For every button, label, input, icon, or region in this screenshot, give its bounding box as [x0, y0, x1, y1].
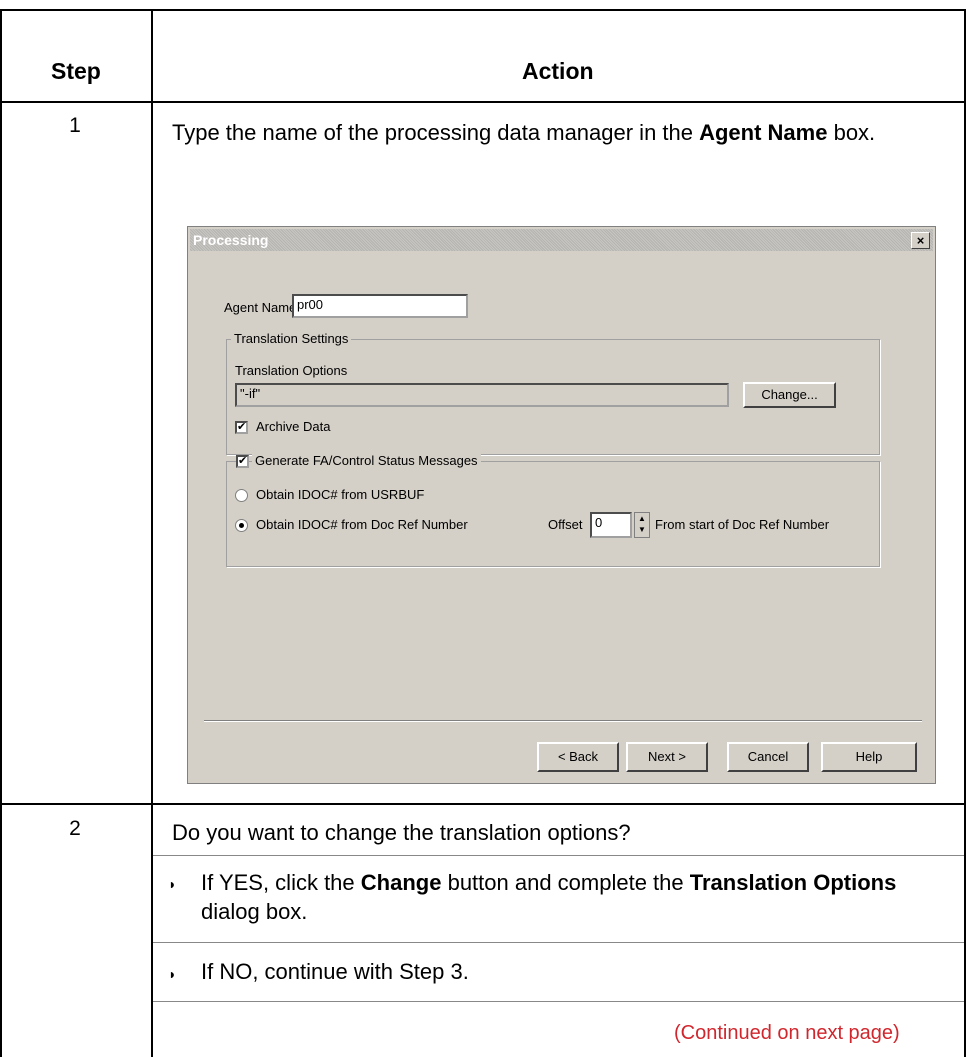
- cancel-button[interactable]: Cancel: [727, 742, 809, 772]
- header-action: Action: [522, 58, 594, 84]
- radio-docref[interactable]: [235, 519, 248, 532]
- bullet-rule-1: [153, 942, 964, 943]
- bullet-yes-a: If YES, click the: [201, 870, 361, 895]
- step-1-text-b: box.: [827, 120, 876, 145]
- agent-name-input[interactable]: pr00: [292, 294, 468, 318]
- table-column-divider: [151, 9, 153, 1057]
- step-number-2: 2: [69, 817, 81, 840]
- radio-usrbuf[interactable]: [235, 489, 248, 502]
- header-step: Step: [51, 58, 101, 84]
- dialog-title: Processing: [193, 232, 269, 248]
- dialog-titlebar: Processing ×: [190, 229, 933, 251]
- translation-settings-title: Translation Settings: [231, 331, 352, 346]
- generate-fa-checkbox[interactable]: ✔: [236, 455, 249, 468]
- bullet-yes-d: dialog box.: [201, 899, 308, 924]
- table-header-divider: [0, 101, 966, 103]
- close-icon[interactable]: ×: [911, 232, 930, 249]
- archive-data-checkbox[interactable]: ✔: [235, 421, 248, 434]
- offset-suffix-label: From start of Doc Ref Number: [655, 517, 830, 532]
- radio-usrbuf-label: Obtain IDOC# from USRBUF: [256, 487, 425, 502]
- processing-dialog: Processing × Agent Name pr00 Translation…: [187, 226, 936, 784]
- bullet-icon: ◗: [168, 966, 177, 982]
- step-number-1: 1: [69, 114, 81, 137]
- button-separator: [204, 720, 922, 722]
- fa-status-group: [226, 461, 880, 567]
- offset-input[interactable]: 0: [590, 512, 632, 538]
- change-button[interactable]: Change...: [743, 382, 836, 408]
- bullet-rule-2: [153, 1001, 964, 1002]
- translation-options-field: "-if": [235, 383, 729, 407]
- radio-docref-label: Obtain IDOC# from Doc Ref Number: [256, 517, 468, 532]
- agent-name-label: Agent Name: [224, 300, 297, 315]
- step-2-rule: [153, 855, 964, 856]
- continued-note: (Continued on next page): [674, 1022, 900, 1044]
- step-1-text-a: Type the name of the processing data man…: [172, 120, 700, 145]
- bullet-icon: ◗: [168, 876, 177, 892]
- offset-spinner-icon[interactable]: ▲ ▼: [634, 512, 650, 538]
- translation-options-label: Translation Options: [235, 363, 348, 378]
- next-button[interactable]: Next >: [626, 742, 708, 772]
- archive-data-label: Archive Data: [256, 419, 331, 434]
- bullet-yes-c: button and complete the: [441, 870, 690, 895]
- table-row-divider: [0, 803, 966, 805]
- bullet-yes: If YES, click the Change button and comp…: [201, 868, 961, 926]
- generate-fa-label: Generate FA/Control Status Messages: [252, 453, 481, 468]
- table-left-border: [0, 9, 2, 1057]
- bullet-yes-b1: Change: [360, 870, 442, 895]
- offset-label: Offset: [548, 517, 583, 532]
- table-top-border: [0, 9, 966, 11]
- bullet-yes-b2: Translation Options: [689, 870, 897, 895]
- step-1-text-bold: Agent Name: [699, 120, 828, 145]
- step-2-question: Do you want to change the translation op…: [172, 820, 631, 845]
- bullet-no: If NO, continue with Step 3.: [201, 959, 469, 984]
- step-1-instruction: Type the name of the processing data man…: [172, 118, 962, 147]
- help-button[interactable]: Help: [821, 742, 917, 772]
- back-button[interactable]: < Back: [537, 742, 619, 772]
